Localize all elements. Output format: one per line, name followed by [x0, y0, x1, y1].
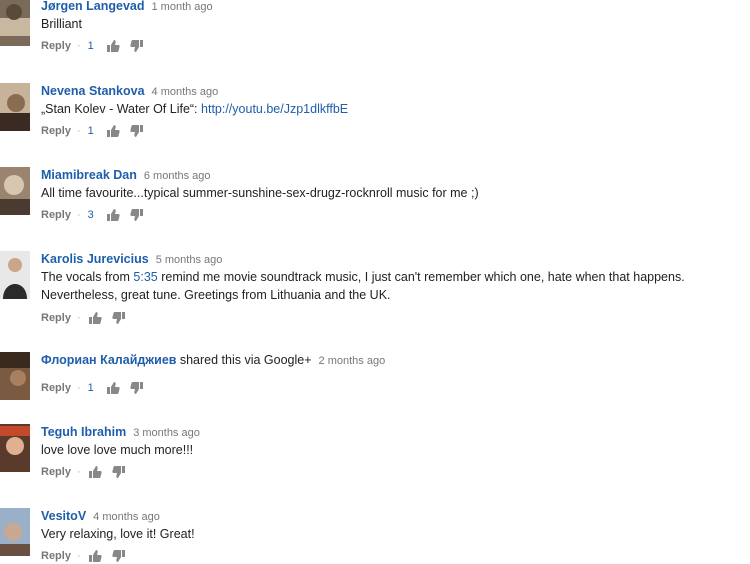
timestamp-link[interactable]: 5:35: [133, 270, 157, 284]
comment-author[interactable]: VesitoV: [41, 509, 86, 523]
thumbs-up-icon[interactable]: [88, 311, 102, 325]
separator-dot: ·: [76, 209, 81, 221]
comment-item: Miamibreak Dan 6 months ago All time favo…: [0, 167, 750, 229]
comment-author[interactable]: Jørgen Langevad: [41, 0, 145, 13]
thumbs-down-icon[interactable]: [130, 124, 144, 138]
comment-text-prefix: The vocals from: [41, 270, 134, 284]
reply-button[interactable]: Reply: [41, 207, 71, 223]
like-count: 1: [87, 40, 94, 52]
separator-dot: ·: [76, 125, 81, 137]
shared-via-text: shared this via Google+: [179, 353, 312, 367]
thumbs-up-icon[interactable]: [106, 39, 120, 53]
separator-dot: ·: [76, 40, 81, 52]
comment-author[interactable]: Флориан Калайджиев: [41, 353, 177, 367]
comment-time[interactable]: 3 months ago: [133, 427, 200, 439]
comment-text: love love love much more!!!: [41, 443, 194, 457]
avatar[interactable]: [0, 508, 30, 556]
reply-button[interactable]: Reply: [41, 464, 71, 480]
thumbs-up-icon[interactable]: [106, 381, 120, 395]
separator-dot: ·: [76, 466, 81, 478]
comment-text: „Stan Kolev - Water Of Life“: http://you…: [41, 100, 730, 118]
comment-time[interactable]: 4 months ago: [152, 86, 219, 98]
comment-text: Brilliant: [41, 17, 82, 31]
comment-author[interactable]: Karolis Jurevicius: [41, 252, 149, 266]
avatar[interactable]: [0, 0, 30, 46]
like-count: 3: [87, 209, 94, 221]
comment-author[interactable]: Nevena Stankova: [41, 84, 145, 98]
thumbs-up-icon[interactable]: [106, 208, 120, 222]
avatar[interactable]: [0, 352, 30, 400]
comment-text-prefix: „Stan Kolev - Water Of Life“:: [41, 102, 202, 116]
avatar[interactable]: [0, 167, 30, 215]
reply-button[interactable]: Reply: [41, 310, 71, 326]
reply-button[interactable]: Reply: [41, 123, 71, 139]
separator-dot: ·: [76, 312, 81, 324]
comment-item: Nevena Stankova 4 months ago „Stan Kolev …: [0, 83, 750, 145]
video-link[interactable]: http://youtu.be/Jzp1dlkffbE: [201, 102, 348, 116]
thumbs-down-icon[interactable]: [130, 208, 144, 222]
separator-dot: ·: [76, 382, 81, 394]
comment-text: The vocals from 5:35 remind me movie sou…: [41, 268, 730, 304]
like-count: 1: [87, 125, 94, 137]
reply-button[interactable]: Reply: [41, 38, 71, 54]
thumbs-down-icon[interactable]: [111, 311, 126, 325]
thumbs-up-icon[interactable]: [106, 124, 120, 138]
comment-time[interactable]: 4 months ago: [93, 511, 160, 523]
reply-button[interactable]: Reply: [41, 380, 71, 396]
reply-button[interactable]: Reply: [41, 548, 71, 564]
comment-text: Very relaxing, love it! Great!: [41, 527, 195, 541]
comment-time[interactable]: 1 month ago: [152, 1, 213, 13]
like-count: 1: [87, 382, 94, 394]
comment-text: All time favourite...typical summer-suns…: [41, 186, 479, 200]
comment-author[interactable]: Miamibreak Dan: [41, 168, 137, 182]
thumbs-down-icon[interactable]: [130, 39, 144, 53]
thumbs-up-icon[interactable]: [88, 465, 102, 479]
comment-time[interactable]: 2 months ago: [319, 355, 386, 367]
comment-time[interactable]: 6 months ago: [144, 170, 211, 182]
thumbs-down-icon[interactable]: [111, 549, 126, 563]
avatar[interactable]: [0, 251, 30, 299]
thumbs-down-icon[interactable]: [130, 381, 144, 395]
comment-time[interactable]: 5 months ago: [156, 254, 223, 266]
thumbs-up-icon[interactable]: [88, 549, 102, 563]
comments-list: Jørgen Langevad 1 month ago Brilliant Rep…: [0, 0, 750, 562]
comment-item: Jørgen Langevad 1 month ago Brilliant Rep…: [0, 0, 750, 58]
separator-dot: ·: [76, 550, 81, 562]
avatar[interactable]: [0, 424, 30, 472]
comment-item: VesitoV 4 months ago Very relaxing, love …: [0, 508, 750, 562]
comment-item: Флориан Калайджиев shared this via Googl…: [0, 352, 750, 402]
comment-item: Teguh Ibrahim 3 months ago love love love…: [0, 424, 750, 484]
comment-author[interactable]: Teguh Ibrahim: [41, 425, 126, 439]
thumbs-down-icon[interactable]: [111, 465, 126, 479]
avatar[interactable]: [0, 83, 30, 131]
comment-item: Karolis Jurevicius 5 months ago The vocal…: [0, 251, 750, 331]
